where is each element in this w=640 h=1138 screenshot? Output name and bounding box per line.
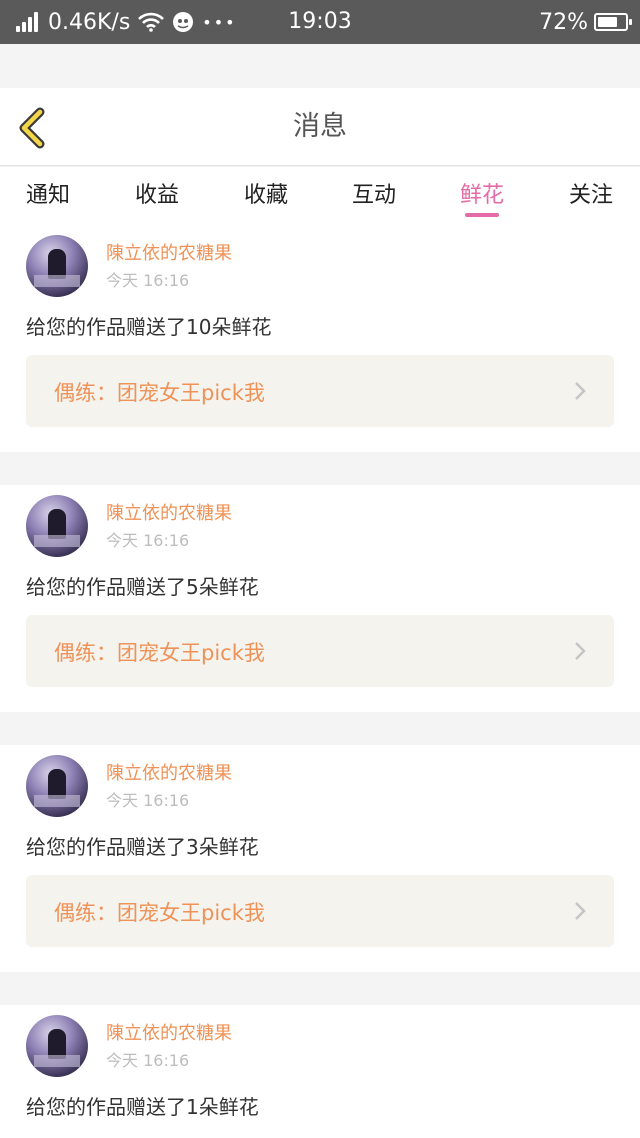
chevron-right-icon	[575, 382, 586, 400]
message-text: 给您的作品赠送了5朵鲜花	[26, 575, 259, 599]
message-text: 给您的作品赠送了3朵鲜花	[26, 835, 259, 859]
battery-icon	[594, 13, 632, 31]
message-card: 陳立依的农糖果 今天 16:16 给您的作品赠送了10朵鲜花 偶练：团宠女王pi…	[0, 225, 640, 452]
tab-earnings[interactable]: 收益	[107, 177, 207, 217]
sender-name[interactable]: 陳立依的农糖果	[106, 759, 232, 785]
message-time: 今天 16:16	[106, 1051, 190, 1070]
tab-interactions[interactable]: 互动	[324, 177, 424, 217]
tab-follows[interactable]: 关注	[541, 177, 640, 217]
sender-name[interactable]: 陳立依的农糖果	[106, 499, 232, 525]
message-text: 给您的作品赠送了1朵鲜花	[26, 1095, 259, 1119]
tab-flowers[interactable]: 鲜花	[432, 177, 532, 217]
avatar[interactable]	[26, 755, 88, 817]
tab-notifications[interactable]: 通知	[0, 177, 98, 217]
work-link[interactable]: 偶练：团宠女王pick我	[26, 355, 614, 427]
battery-level	[598, 17, 617, 27]
work-link[interactable]: 偶练：团宠女王pick我	[26, 875, 614, 947]
status-bar: 0.46K/s ••• 19:03 72%	[0, 0, 640, 44]
work-title: 偶练：团宠女王pick我	[54, 381, 265, 405]
work-link[interactable]: 偶练：团宠女王pick我	[26, 615, 614, 687]
tab-label: 收益	[134, 183, 179, 208]
tab-label: 通知	[25, 183, 70, 208]
avatar[interactable]	[26, 495, 88, 557]
battery-percent: 72%	[539, 9, 588, 35]
message-card: 陳立依的农糖果 今天 16:16 给您的作品赠送了3朵鲜花 偶练：团宠女王pic…	[0, 745, 640, 972]
message-time: 今天 16:16	[106, 531, 190, 550]
message-text: 给您的作品赠送了10朵鲜花	[26, 315, 272, 339]
page-title: 消息	[293, 111, 347, 142]
avatar[interactable]	[26, 1015, 88, 1077]
tab-favorites[interactable]: 收藏	[216, 177, 316, 217]
work-title: 偶练：团宠女王pick我	[54, 641, 265, 665]
chevron-right-icon	[575, 642, 586, 660]
tab-label: 互动	[351, 183, 396, 208]
tab-label: 关注	[568, 183, 613, 208]
work-title: 偶练：团宠女王pick我	[54, 901, 265, 925]
message-card: 陳立依的农糖果 今天 16:16 给您的作品赠送了1朵鲜花	[0, 1005, 640, 1138]
nav-header: 消息	[0, 88, 640, 166]
sender-name[interactable]: 陳立依的农糖果	[106, 239, 232, 265]
tab-indicator	[465, 213, 499, 217]
tab-label: 鲜花	[459, 183, 504, 208]
avatar[interactable]	[26, 235, 88, 297]
status-right: 72%	[539, 0, 632, 44]
message-time: 今天 16:16	[106, 791, 190, 810]
sender-name[interactable]: 陳立依的农糖果	[106, 1019, 232, 1045]
message-card: 陳立依的农糖果 今天 16:16 给您的作品赠送了5朵鲜花 偶练：团宠女王pic…	[0, 485, 640, 712]
tab-label: 收藏	[243, 183, 288, 208]
chevron-right-icon	[575, 902, 586, 920]
tab-bar: 通知 收益 收藏 互动 鲜花 关注	[0, 167, 640, 225]
message-time: 今天 16:16	[106, 271, 190, 290]
